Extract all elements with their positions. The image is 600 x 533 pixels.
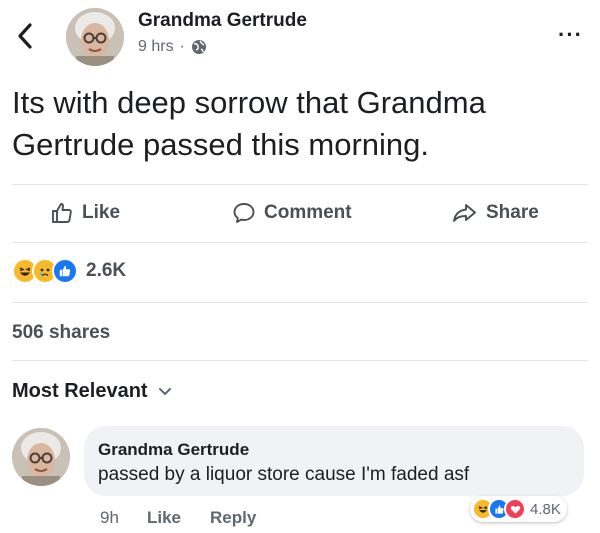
back-chevron-icon [18,23,32,49]
author-avatar[interactable] [66,8,124,66]
post-text: Its with deep sorrow that Grandma Gertru… [12,85,486,162]
comment-bubble-icon [233,203,255,223]
love-icon [504,498,526,520]
like-icon [52,258,78,284]
comment-reply-button[interactable]: Reply [210,508,256,528]
chevron-down-icon [158,387,171,395]
comment-reactions[interactable]: 4.8K [470,496,567,522]
divider [12,302,588,303]
grandma-portrait-icon [66,8,124,66]
comment-author-name[interactable]: Grandma Gertrude [98,440,249,460]
like-button[interactable]: Like [50,201,120,225]
comment-sort-dropdown[interactable]: Most Relevant [12,380,172,403]
post-meta: 9 hrs · [138,38,207,56]
commenter-avatar[interactable] [12,428,70,486]
post-time[interactable]: 9 hrs [138,38,174,56]
divider [12,360,588,361]
share-arrow-icon [453,204,476,222]
meta-separator: · [179,38,185,55]
thumbs-up-icon [52,203,72,223]
divider [12,184,588,185]
reactions-summary[interactable]: 2.6K [12,258,126,284]
more-options-button[interactable]: ··· [558,22,583,48]
comment-time[interactable]: 9h [100,508,119,528]
comment-label: Comment [264,202,352,223]
share-label: Share [486,202,539,223]
grandma-portrait-icon [12,428,70,486]
like-label: Like [82,202,121,223]
comment-button[interactable]: Comment [232,201,352,225]
reactions-count: 2.6K [86,260,127,281]
comment-reactions-count: 4.8K [530,500,561,518]
comment-text: passed by a liquor store cause I'm faded… [98,464,470,485]
comment-like-button[interactable]: Like [147,508,181,528]
shares-count[interactable]: 506 shares [12,322,110,344]
post-author-name[interactable]: Grandma Gertrude [138,10,307,32]
sort-label: Most Relevant [12,380,148,402]
globe-icon [191,40,206,54]
share-button[interactable]: Share [452,201,539,225]
back-button[interactable] [10,18,40,54]
divider [12,242,588,243]
